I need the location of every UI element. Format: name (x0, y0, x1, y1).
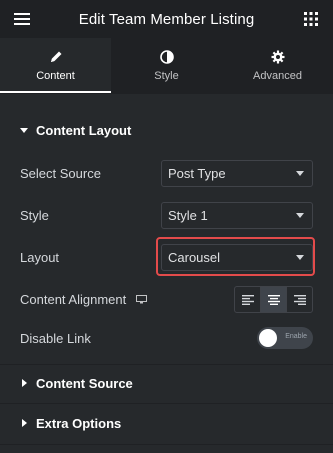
grid-icon[interactable] (301, 9, 321, 29)
field-content-alignment: Content Alignment (20, 286, 313, 313)
toggle-text: Enable (285, 333, 307, 340)
align-left-button[interactable] (235, 287, 261, 312)
caret-right-icon (20, 379, 28, 387)
caret-right-icon (20, 419, 28, 427)
pencil-icon (49, 49, 63, 65)
section-extra-options[interactable]: Extra Options (0, 411, 141, 435)
field-label: Layout (20, 250, 60, 265)
divider (0, 444, 333, 445)
select-value: Style 1 (168, 208, 208, 223)
tab-content[interactable]: Content (0, 38, 111, 93)
align-left-icon (241, 294, 254, 305)
half-circle-icon (159, 49, 174, 65)
layout-highlight-box (156, 237, 315, 276)
section-content-layout[interactable]: Content Layout (0, 118, 151, 142)
hamburger-icon[interactable] (12, 9, 32, 29)
select-source-dropdown[interactable]: Post Type (161, 160, 313, 187)
tab-style[interactable]: Style (111, 38, 222, 93)
tab-style-label: Style (154, 70, 179, 82)
dropdown-arrow-icon (296, 213, 304, 218)
disable-link-toggle[interactable]: Enable (257, 327, 313, 349)
field-label: Disable Link (20, 330, 91, 346)
align-center-icon (267, 294, 280, 305)
field-style: Style Style 1 (20, 202, 313, 229)
gear-icon (271, 49, 285, 65)
field-disable-link: Disable Link Enable (20, 327, 313, 349)
section-title: Content Layout (36, 122, 132, 138)
panel-header: Edit Team Member Listing (0, 0, 333, 38)
toggle-knob (259, 329, 277, 347)
alignment-choices (234, 286, 313, 313)
alignment-label-wrap: Content Alignment (20, 292, 148, 307)
align-center-button[interactable] (261, 287, 287, 312)
field-label: Select Source (20, 166, 101, 181)
editor-tabs: Content Style Advanced (0, 38, 333, 94)
tab-content-label: Content (36, 70, 75, 82)
section-title: Content Source (36, 375, 133, 391)
tab-advanced[interactable]: Advanced (222, 38, 333, 93)
align-right-button[interactable] (287, 287, 312, 312)
panel-title: Edit Team Member Listing (78, 10, 255, 28)
divider (0, 364, 333, 365)
section-title: Extra Options (36, 415, 122, 431)
tab-advanced-label: Advanced (253, 70, 302, 82)
align-right-icon (293, 294, 306, 305)
dropdown-arrow-icon (296, 171, 304, 176)
field-label: Content Alignment (20, 292, 127, 307)
field-label: Style (20, 208, 49, 223)
caret-down-icon (20, 127, 28, 133)
field-select-source: Select Source Post Type (20, 160, 313, 187)
monitor-icon[interactable] (136, 295, 148, 304)
divider (0, 403, 333, 404)
select-value: Post Type (168, 166, 226, 181)
style-dropdown[interactable]: Style 1 (161, 202, 313, 229)
section-content-source[interactable]: Content Source (0, 371, 153, 395)
